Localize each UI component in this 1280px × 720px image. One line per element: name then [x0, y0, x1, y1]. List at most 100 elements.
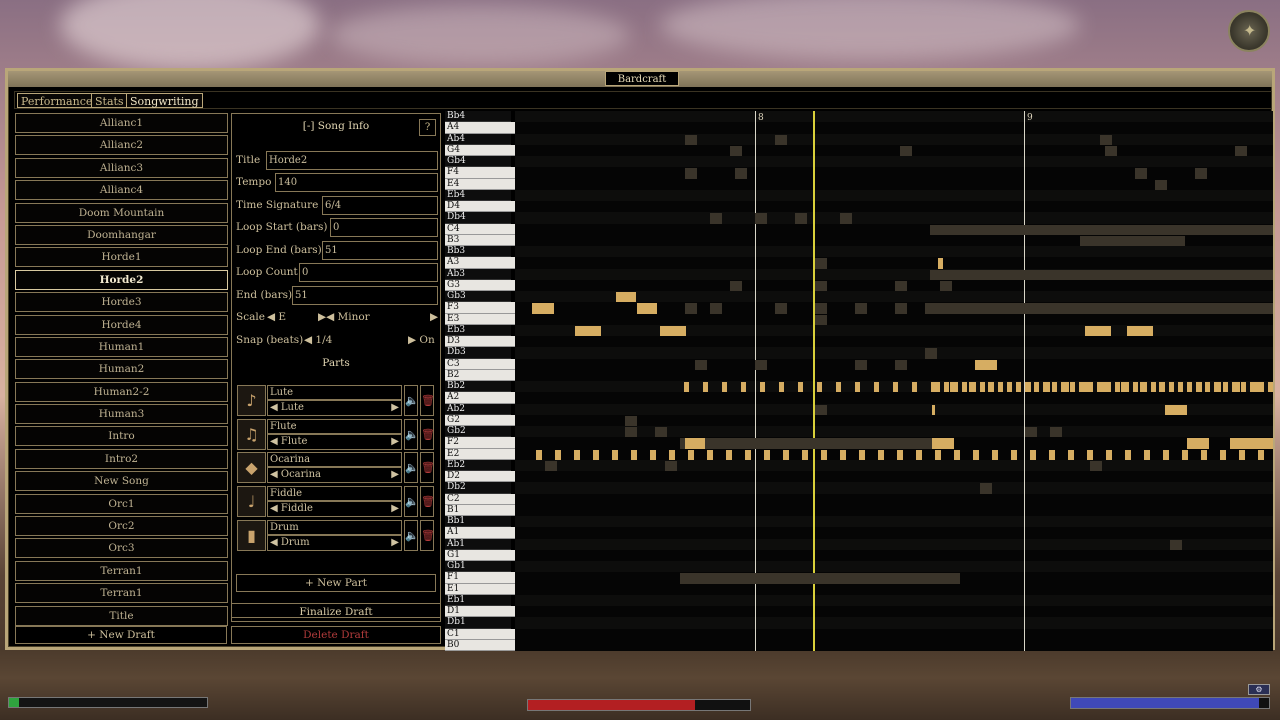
note[interactable] — [612, 449, 618, 460]
ghost-note[interactable] — [1105, 145, 1117, 156]
note[interactable] — [669, 449, 675, 460]
note[interactable] — [1061, 382, 1066, 393]
piano-key[interactable]: Eb1 — [445, 594, 511, 606]
note[interactable] — [954, 449, 960, 460]
song-item[interactable]: Allianc2 — [15, 135, 228, 156]
piano-key[interactable]: G1 — [445, 549, 515, 561]
delete-draft-button[interactable]: Delete Draft — [231, 626, 441, 644]
note[interactable] — [1144, 449, 1150, 460]
note[interactable] — [1115, 382, 1120, 393]
piano-key[interactable]: F2 — [445, 437, 515, 449]
ghost-note[interactable] — [680, 573, 960, 584]
note[interactable] — [840, 449, 846, 460]
ghost-note[interactable] — [730, 280, 742, 291]
ghost-note[interactable] — [1170, 539, 1182, 550]
piano-key[interactable]: Gb3 — [445, 291, 511, 303]
piano-key[interactable]: Ab2 — [445, 403, 511, 415]
ghost-note[interactable] — [685, 303, 697, 314]
piano-key[interactable]: C4 — [445, 223, 515, 235]
note[interactable] — [938, 258, 943, 269]
end-field[interactable]: 51 — [292, 286, 438, 305]
note[interactable] — [1079, 382, 1084, 393]
piano-key[interactable]: C2 — [445, 493, 515, 505]
trash-icon[interactable]: 🗑 — [420, 520, 435, 551]
song-item[interactable]: New Song — [15, 471, 228, 492]
song-item[interactable]: Human3 — [15, 404, 228, 425]
note[interactable] — [684, 382, 689, 393]
song-item[interactable]: Allianc4 — [15, 180, 228, 201]
piano-key[interactable]: G4 — [445, 144, 515, 156]
piano-key[interactable]: A2 — [445, 392, 515, 404]
note[interactable] — [1068, 449, 1074, 460]
note[interactable] — [1025, 382, 1030, 393]
note[interactable] — [1201, 449, 1207, 460]
note[interactable] — [1034, 382, 1039, 393]
prev-arrow[interactable]: ◀ Ocarina — [270, 468, 321, 482]
note[interactable] — [1214, 382, 1219, 393]
ghost-note[interactable] — [815, 404, 827, 415]
song-item[interactable]: Human1 — [15, 336, 228, 357]
piano-key[interactable]: Gb4 — [445, 156, 511, 168]
note[interactable] — [971, 382, 976, 393]
note[interactable] — [593, 449, 599, 460]
note[interactable] — [802, 449, 808, 460]
note[interactable] — [1052, 382, 1057, 393]
ghost-note[interactable] — [1050, 427, 1062, 438]
note[interactable] — [536, 449, 542, 460]
ghost-note[interactable] — [755, 359, 767, 370]
note[interactable] — [962, 382, 967, 393]
note[interactable] — [1178, 382, 1183, 393]
note[interactable] — [1088, 382, 1093, 393]
note[interactable] — [707, 449, 713, 460]
part-name-field[interactable]: Lute — [267, 385, 402, 400]
loop-end-field[interactable]: 51 — [322, 241, 438, 260]
ghost-note[interactable] — [895, 303, 907, 314]
new-draft-button[interactable]: + New Draft — [15, 626, 227, 644]
note[interactable] — [764, 449, 770, 460]
note[interactable] — [779, 382, 784, 393]
note[interactable] — [1125, 449, 1131, 460]
piano-key[interactable]: Eb3 — [445, 324, 511, 336]
scale-mode-selector[interactable]: ▶◀ Minor — [318, 311, 370, 323]
note[interactable] — [760, 382, 765, 393]
note[interactable] — [1241, 382, 1246, 393]
ghost-note[interactable] — [895, 280, 907, 291]
instrument-selector[interactable]: ◀ Fiddle ▶ — [267, 501, 402, 517]
piano-key[interactable]: D2 — [445, 471, 515, 483]
part-name-field[interactable]: Drum — [267, 520, 402, 535]
note[interactable] — [688, 449, 694, 460]
piano-key[interactable]: Db3 — [445, 347, 511, 359]
note[interactable] — [1165, 404, 1187, 415]
note[interactable] — [1070, 382, 1075, 393]
speaker-icon[interactable]: 🔈 — [404, 486, 419, 517]
piano-key[interactable]: Bb1 — [445, 516, 511, 528]
snap-selector[interactable]: ◀ 1/4 — [304, 334, 332, 346]
note[interactable] — [745, 449, 751, 460]
note[interactable] — [893, 382, 898, 393]
piano-key[interactable]: A3 — [445, 257, 515, 269]
note[interactable] — [989, 382, 994, 393]
note[interactable] — [992, 449, 998, 460]
finalize-draft-button[interactable]: Finalize Draft — [231, 603, 441, 622]
song-item[interactable]: Terran1 — [15, 560, 228, 581]
piano-key[interactable]: F3 — [445, 302, 515, 314]
note[interactable] — [1259, 382, 1264, 393]
note[interactable] — [944, 382, 949, 393]
piano-key[interactable]: Ab4 — [445, 133, 511, 145]
ghost-note[interactable] — [855, 359, 867, 370]
note[interactable] — [1085, 325, 1111, 336]
ghost-note[interactable] — [1195, 168, 1207, 179]
ghost-note[interactable] — [815, 314, 827, 325]
song-item[interactable]: Human2-2 — [15, 381, 228, 402]
tempo-field[interactable]: 140 — [275, 173, 438, 192]
ghost-note[interactable] — [930, 224, 1080, 235]
note[interactable] — [1163, 449, 1169, 460]
piano-key[interactable]: B3 — [445, 234, 515, 246]
ghost-note[interactable] — [775, 303, 787, 314]
piano-key[interactable]: Db4 — [445, 212, 511, 224]
note[interactable] — [998, 382, 1003, 393]
piano-key[interactable]: Db1 — [445, 617, 511, 629]
note[interactable] — [874, 382, 879, 393]
ghost-note[interactable] — [925, 303, 1273, 314]
ghost-note[interactable] — [1235, 145, 1247, 156]
